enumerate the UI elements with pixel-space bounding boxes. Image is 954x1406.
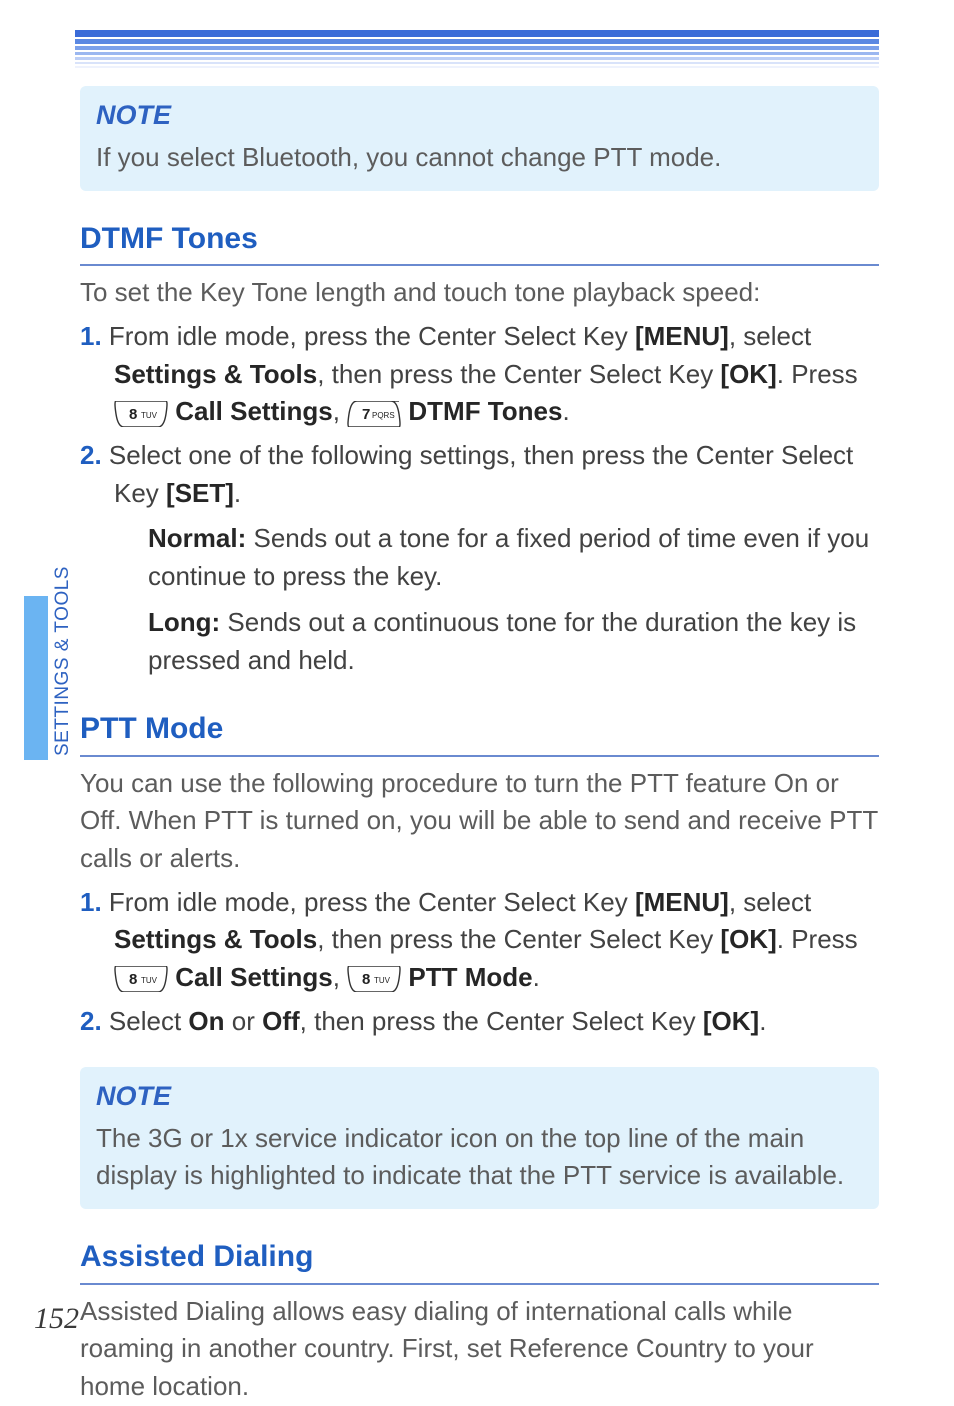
off-label: Off [262,1006,300,1036]
key-8-icon: 8 TUV [114,966,168,992]
key-8-icon: 8 TUV [347,966,401,992]
text: . Press [777,924,858,954]
text: From idle mode, press the Center Select … [109,321,635,351]
header-gradient-lines [0,0,954,68]
ptt-step-1: 1. From idle mode, press the Center Sele… [80,884,879,997]
note-box-bluetooth: NOTE If you select Bluetooth, you cannot… [80,86,879,191]
heading-dtmf-tones: DTMF Tones [80,217,879,267]
page-number: 152 [34,1302,79,1336]
text: . [562,396,569,426]
text: or [225,1006,263,1036]
text: , select [729,887,811,917]
text: , then press the Center Select Key [317,359,720,389]
step-number-2: 2. [80,440,109,470]
set-key-label: [SET] [166,478,234,508]
dtmf-long: Long: Sends out a continuous tone for th… [114,604,879,679]
text: , select [729,321,811,351]
heading-assisted-dialing: Assisted Dialing [80,1235,879,1285]
ptt-intro: You can use the following procedure to t… [80,765,879,878]
svg-text:TUV: TUV [374,976,391,985]
svg-text:TUV: TUV [141,976,158,985]
step-number-1: 1. [80,321,109,351]
ptt-mode-label: PTT Mode [401,962,532,992]
sidebar-label: SETTINGS & TOOLS [52,566,74,756]
normal-label: Normal: [148,523,246,553]
text: . [234,478,241,508]
svg-text:PQRS: PQRS [372,411,395,420]
text: , then press the Center Select Key [317,924,720,954]
long-label: Long: [148,607,220,637]
text: , then press the Center Select Key [300,1006,703,1036]
note-title: NOTE [96,1077,863,1116]
text: . [533,962,540,992]
ok-key-label: [OK] [720,924,776,954]
call-settings-label: Call Settings [168,962,333,992]
sidebar-tab [24,596,48,760]
note-title: NOTE [96,96,863,135]
dtmf-step-2: 2. Select one of the following settings,… [80,437,879,679]
dtmf-intro: To set the Key Tone length and touch ton… [80,274,879,312]
menu-key-label: [MENU] [635,887,729,917]
text: . Press [777,359,858,389]
dtmf-step-1: 1. From idle mode, press the Center Sele… [80,318,879,431]
text: From idle mode, press the Center Select … [109,887,635,917]
svg-text:TUV: TUV [141,411,158,420]
ptt-steps: 1. From idle mode, press the Center Sele… [80,884,879,1041]
dtmf-tones-label: DTMF Tones [401,396,562,426]
dtmf-normal: Normal: Sends out a tone for a fixed per… [114,520,879,595]
text: , [333,396,347,426]
normal-text: Sends out a tone for a fixed period of t… [148,523,869,591]
svg-text:8: 8 [362,971,370,988]
on-label: On [188,1006,224,1036]
menu-key-label: [MENU] [635,321,729,351]
svg-text:7: 7 [362,406,370,423]
key-8-icon: 8 TUV [114,401,168,427]
step-number-1: 1. [80,887,109,917]
step-number-2: 2. [80,1006,109,1036]
settings-tools-label: Settings & Tools [114,359,317,389]
svg-text:8: 8 [129,971,137,988]
note-text: The 3G or 1x service indicator icon on t… [96,1120,863,1195]
key-7-icon: 7PQRS [347,401,401,427]
assisted-intro: Assisted Dialing allows easy dialing of … [80,1293,879,1406]
settings-tools-label: Settings & Tools [114,924,317,954]
heading-ptt-mode: PTT Mode [80,707,879,757]
ptt-step-2: 2. Select On or Off, then press the Cent… [80,1003,879,1041]
note-text: If you select Bluetooth, you cannot chan… [96,139,863,177]
svg-text:8: 8 [129,406,137,423]
dtmf-steps: 1. From idle mode, press the Center Sele… [80,318,879,679]
ok-key-label: [OK] [703,1006,759,1036]
call-settings-label: Call Settings [168,396,333,426]
ok-key-label: [OK] [720,359,776,389]
text: Select [109,1006,189,1036]
text: , [333,962,347,992]
text: . [759,1006,766,1036]
note-box-service-indicator: NOTE The 3G or 1x service indicator icon… [80,1067,879,1210]
long-text: Sends out a continuous tone for the dura… [148,607,856,675]
